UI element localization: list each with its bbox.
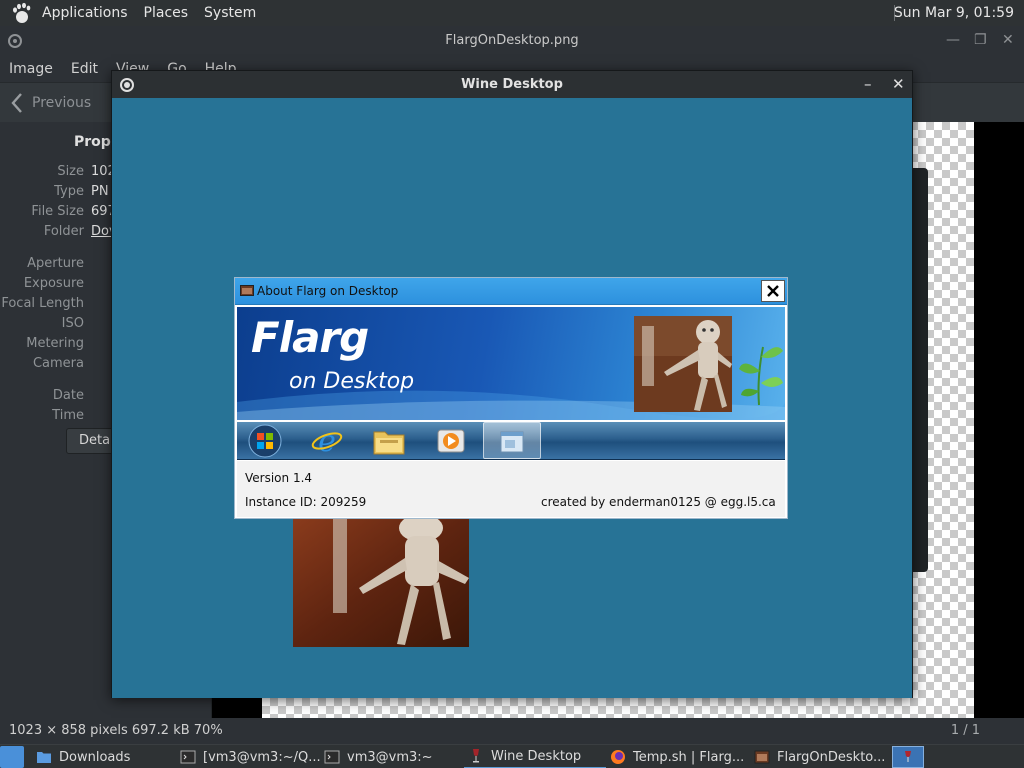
show-desktop-icon[interactable] xyxy=(0,746,24,768)
image-viewer-icon xyxy=(754,750,770,764)
clock[interactable]: Sun Mar 9, 01:59 xyxy=(894,0,1014,26)
places-menu[interactable]: Places xyxy=(136,0,197,26)
flarg-banner-photo xyxy=(634,316,732,412)
top-panel: Applications Places System Sun Mar 9, 01… xyxy=(0,0,1024,26)
previous-label: Previous xyxy=(32,95,92,111)
version-text: Version 1.4 xyxy=(245,471,313,485)
wine-glass-icon xyxy=(473,749,479,763)
chevron-left-icon xyxy=(11,93,22,113)
banner-subtitle: on Desktop xyxy=(289,369,415,394)
filesize-label: File Size xyxy=(31,204,84,219)
gnome-foot-icon[interactable] xyxy=(10,2,32,24)
previous-button[interactable]: Previous xyxy=(10,89,91,117)
task-label: Wine Desktop xyxy=(491,748,582,764)
bottom-taskbar: Downloads [vm3@vm3:~/Q... vm3@vm3:~ Wine… xyxy=(0,744,1024,768)
task-terminal-2[interactable]: vm3@vm3:~ xyxy=(324,745,458,768)
task-label: FlargOnDeskto... xyxy=(777,749,886,765)
internet-explorer-icon: e xyxy=(299,423,355,459)
date-label: Date xyxy=(52,388,84,403)
size-label: Size xyxy=(57,164,84,179)
about-info-panel: Version 1.4 Instance ID: 209259 created … xyxy=(237,461,785,517)
wine-glass-icon xyxy=(905,751,911,762)
terminal-icon xyxy=(180,750,196,764)
close-icon[interactable]: ✕ xyxy=(892,71,905,97)
wine-desktop-window[interactable]: Wine Desktop – ✕ About Flarg on Desktop … xyxy=(111,70,913,698)
task-terminal-1[interactable]: [vm3@vm3:~/Q... xyxy=(180,745,320,768)
wine-titlebar[interactable]: Wine Desktop – ✕ xyxy=(112,71,912,98)
type-value: PN xyxy=(91,184,109,199)
task-flarg-png[interactable]: FlargOnDeskto... xyxy=(754,745,888,768)
about-banner: Flarg on Desktop xyxy=(237,307,785,420)
window-icon xyxy=(484,423,540,459)
minimize-icon[interactable]: — xyxy=(946,26,960,54)
focal-length-label: Focal Length xyxy=(1,296,84,311)
menu-image[interactable]: Image xyxy=(0,56,62,82)
about-dialog[interactable]: About Flarg on Desktop Flarg on Desktop xyxy=(234,277,788,519)
exposure-label: Exposure xyxy=(23,276,84,291)
system-menu[interactable]: System xyxy=(196,0,264,26)
folder-icon xyxy=(37,752,51,763)
close-icon[interactable]: ✕ xyxy=(1002,26,1014,54)
maximize-icon[interactable]: ❐ xyxy=(974,26,987,54)
task-label: Temp.sh | Flarg... xyxy=(633,749,745,765)
leaf-decoration-icon xyxy=(739,346,783,406)
iso-label: ISO xyxy=(61,316,84,331)
aperture-label: Aperture xyxy=(27,256,84,271)
minimize-icon[interactable]: – xyxy=(864,71,872,97)
svg-text:e: e xyxy=(318,424,336,458)
media-player-icon xyxy=(423,423,479,459)
wine-window-title: Wine Desktop xyxy=(461,77,563,92)
image-info-status: 1023 × 858 pixels 697.2 kB 70% xyxy=(9,723,223,738)
start-orb-icon xyxy=(237,423,293,459)
eog-titlebar[interactable]: FlargOnDesktop.png — ❐ ✕ xyxy=(0,26,1024,56)
wine-desktop-area[interactable]: About Flarg on Desktop Flarg on Desktop xyxy=(112,98,912,698)
eog-statusbar: 1023 × 858 pixels 697.2 kB 70% 1 / 1 xyxy=(0,718,1024,744)
win7-taskbar-strip: e xyxy=(237,422,785,460)
task-downloads[interactable]: Downloads xyxy=(36,745,176,768)
folder-label: Folder xyxy=(43,224,84,239)
image-edge-shadow xyxy=(912,168,928,572)
task-firefox[interactable]: Temp.sh | Flarg... xyxy=(610,745,748,768)
time-label: Time xyxy=(52,408,84,423)
about-titlebar[interactable]: About Flarg on Desktop xyxy=(235,278,787,305)
folder-icon xyxy=(361,423,417,459)
task-label: vm3@vm3:~ xyxy=(347,749,433,765)
terminal-icon xyxy=(324,750,340,764)
about-close-button[interactable] xyxy=(761,280,785,302)
app-window-icon xyxy=(240,285,254,296)
instance-id-text: Instance ID: 209259 xyxy=(245,495,367,509)
close-icon xyxy=(767,285,779,297)
eog-window-title: FlargOnDesktop.png xyxy=(445,33,579,48)
task-label: [vm3@vm3:~/Q... xyxy=(203,749,320,765)
camera-label: Camera xyxy=(32,356,84,371)
menu-edit[interactable]: Edit xyxy=(62,56,107,82)
applications-menu[interactable]: Applications xyxy=(34,0,136,26)
image-count-status: 1 / 1 xyxy=(950,723,980,738)
task-wine-desktop[interactable]: Wine Desktop xyxy=(464,745,606,768)
firefox-icon xyxy=(611,750,625,764)
banner-title: Flarg xyxy=(251,313,369,362)
task-label: Downloads xyxy=(59,749,131,765)
about-dialog-title: About Flarg on Desktop xyxy=(257,284,399,298)
type-label: Type xyxy=(54,184,84,199)
credit-text: created by enderman0125 @ egg.l5.ca xyxy=(541,495,776,509)
flarg-tray-icon[interactable] xyxy=(892,746,924,768)
flarg-creature-image[interactable] xyxy=(293,518,469,647)
metering-label: Metering xyxy=(26,336,84,351)
